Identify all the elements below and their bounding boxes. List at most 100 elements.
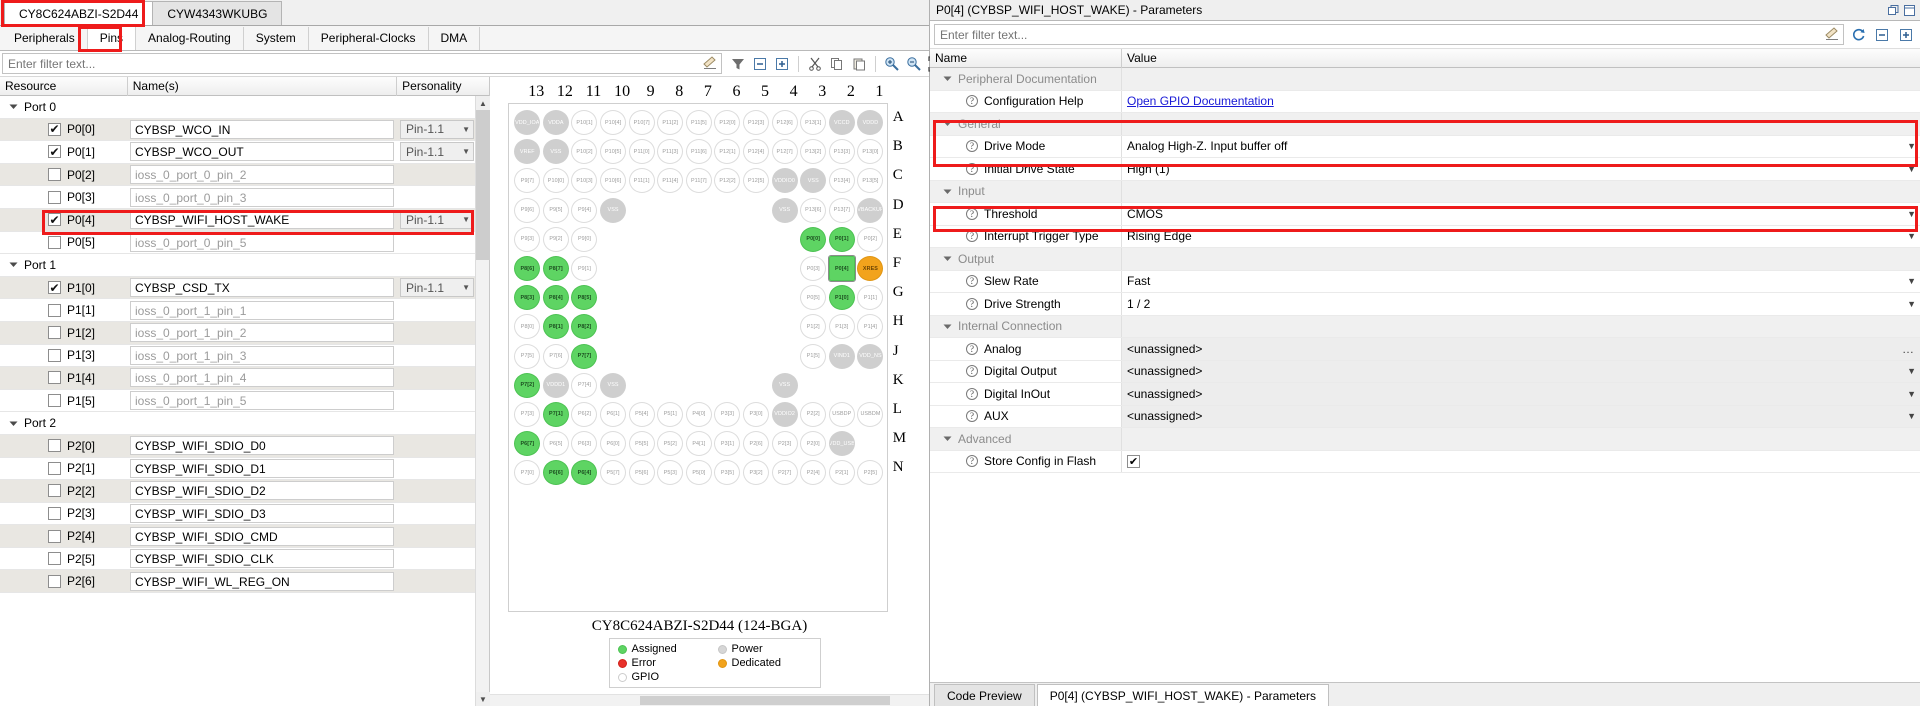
tree-group-row[interactable]: Port 2 xyxy=(0,412,489,435)
tree-pin-row[interactable]: P1[1]ioss_0_port_1_pin_1▼ xyxy=(0,299,489,322)
bga-ball[interactable]: VSS xyxy=(771,197,798,223)
bga-ball[interactable]: VSS xyxy=(771,372,798,398)
bga-ball[interactable]: P3[5] xyxy=(714,460,741,486)
pin-enable-checkbox[interactable] xyxy=(48,303,61,317)
bga-ball[interactable]: P6[5] xyxy=(542,431,569,457)
bga-ball[interactable]: P1[4] xyxy=(857,314,884,340)
zoom-out-icon[interactable] xyxy=(904,54,924,74)
chevron-down-icon[interactable] xyxy=(940,322,954,331)
bga-ball[interactable]: P12[0] xyxy=(714,110,741,136)
bga-ball[interactable]: P7[2] xyxy=(514,372,541,398)
bga-ball[interactable]: P0[3] xyxy=(800,256,827,282)
bga-ball[interactable]: P10[2] xyxy=(571,139,598,165)
chip-hscroll-thumb[interactable] xyxy=(640,696,890,705)
bga-ball[interactable]: P9[7] xyxy=(514,168,541,194)
parameter-value-cell[interactable]: <unassigned> ▼ xyxy=(1122,405,1920,427)
pin-name-input[interactable]: CYBSP_WIFI_SDIO_D3 xyxy=(130,503,394,523)
tree-pin-row[interactable]: P1[5]ioss_0_port_1_pin_5▼ xyxy=(0,390,489,413)
pin-personality-dropdown[interactable]: Pin-1.1 ▼ xyxy=(400,278,474,298)
parameter-row[interactable]: ? Store Config in Flash ✔ xyxy=(930,450,1920,473)
bga-ball[interactable]: USBDP xyxy=(828,401,855,427)
pin-enable-checkbox[interactable] xyxy=(48,168,61,182)
bga-ball[interactable]: VDDIO0 xyxy=(771,168,798,194)
bga-ball[interactable]: VDDA xyxy=(542,110,569,136)
bga-ball[interactable]: P13[4] xyxy=(828,168,855,194)
help-icon[interactable]: ? xyxy=(966,342,978,355)
column-header-resource[interactable]: Resource xyxy=(0,76,128,96)
bga-ball[interactable]: P12[7] xyxy=(771,139,798,165)
bga-ball[interactable]: P6[6] xyxy=(542,460,569,486)
chevron-down-icon[interactable]: ▼ xyxy=(1907,231,1916,241)
column-header-value[interactable]: Value xyxy=(1122,49,1920,68)
bga-ball[interactable]: VDD_USB xyxy=(828,431,855,457)
tree-pin-row[interactable]: P2[3]CYBSP_WIFI_SDIO_D3▼ xyxy=(0,503,489,526)
tree-pin-row[interactable]: P2[6]CYBSP_WIFI_WL_REG_ON▼ xyxy=(0,570,489,594)
bga-ball[interactable]: VDDD1 xyxy=(542,372,569,398)
tree-pin-row[interactable]: P0[5]ioss_0_port_0_pin_5▼ xyxy=(0,232,489,255)
bga-ball[interactable]: P8[5] xyxy=(571,285,598,311)
bga-ball[interactable]: P11[3] xyxy=(657,139,684,165)
bga-ball[interactable]: P2[0] xyxy=(800,431,827,457)
parameter-row[interactable]: ? Configuration Help Open GPIO Documentati… xyxy=(930,90,1920,113)
column-header-personality[interactable]: Personality xyxy=(397,77,489,96)
pin-enable-checkbox[interactable] xyxy=(48,235,61,249)
resource-tab-dma[interactable]: DMA xyxy=(428,26,481,50)
bga-ball[interactable]: P11[6] xyxy=(685,139,712,165)
parameters-bottom-tab-1[interactable]: P0[4] (CYBSP_WIFI_HOST_WAKE) - Parameter… xyxy=(1036,684,1329,706)
copy-icon[interactable] xyxy=(827,54,847,74)
bga-ball[interactable]: P9[0] xyxy=(571,226,598,252)
parameter-value-cell[interactable]: <unassigned> ▼ xyxy=(1122,383,1920,405)
bga-ball[interactable]: P5[4] xyxy=(628,401,655,427)
bga-ball[interactable]: P2[4] xyxy=(800,460,827,486)
scroll-up-arrow-icon[interactable]: ▲ xyxy=(476,96,490,110)
tree-pin-row[interactable]: P1[2]ioss_0_port_1_pin_2▼ xyxy=(0,321,489,345)
pin-enable-checkbox[interactable] xyxy=(48,326,61,340)
pin-name-input[interactable]: ioss_0_port_0_pin_3 xyxy=(130,187,394,207)
bga-ball[interactable]: P2[1] xyxy=(828,460,855,486)
parameter-row[interactable]: ? Threshold CMOS ▼ xyxy=(930,203,1920,226)
bga-ball[interactable]: P0[5] xyxy=(800,285,827,311)
bga-ball[interactable]: P12[4] xyxy=(743,139,770,165)
parameter-value-cell[interactable]: Fast ▼ xyxy=(1122,271,1920,293)
tree-pin-row[interactable]: P1[4]ioss_0_port_1_pin_4▼ xyxy=(0,367,489,390)
chevron-down-icon[interactable]: ▼ xyxy=(1907,389,1916,399)
bga-ball[interactable]: P1[1] xyxy=(857,285,884,311)
bga-ball[interactable]: P12[6] xyxy=(771,110,798,136)
chevron-down-icon[interactable] xyxy=(6,254,20,276)
bga-ball[interactable]: P10[3] xyxy=(571,168,598,194)
bga-ball[interactable]: P0[4] xyxy=(827,255,856,283)
left-filter-input[interactable] xyxy=(2,53,722,74)
bga-ball[interactable]: P6[1] xyxy=(600,401,627,427)
bga-ball[interactable]: P1[0] xyxy=(828,285,855,311)
bga-ball[interactable]: P5[1] xyxy=(657,401,684,427)
help-icon[interactable]: ? xyxy=(966,387,978,400)
device-tab-0[interactable]: CY8C624ABZI-S2D44 xyxy=(4,1,154,25)
zoom-in-icon[interactable] xyxy=(882,54,902,74)
bga-ball[interactable]: XRES xyxy=(857,256,884,282)
pin-name-input[interactable]: CYBSP_WCO_OUT xyxy=(130,142,394,162)
bga-ball[interactable]: P8[6] xyxy=(514,256,541,282)
bga-ball[interactable]: P12[5] xyxy=(743,168,770,194)
tree-pin-row[interactable]: P2[5]CYBSP_WIFI_SDIO_CLK▼ xyxy=(0,548,489,571)
bga-ball[interactable]: P6[2] xyxy=(571,401,598,427)
bga-ball[interactable]: P10[6] xyxy=(600,168,627,194)
collapse-all-icon[interactable] xyxy=(750,54,770,74)
bga-ball[interactable]: P10[7] xyxy=(628,110,655,136)
pin-personality-dropdown[interactable]: Pin-1.1 ▼ xyxy=(400,119,474,139)
chevron-down-icon[interactable] xyxy=(940,434,954,443)
tree-pin-row[interactable]: P0[2]ioss_0_port_0_pin_2▼ xyxy=(0,163,489,187)
parameter-row[interactable]: ? AUX <unassigned> ▼ xyxy=(930,405,1920,428)
bga-ball[interactable]: P11[2] xyxy=(657,110,684,136)
tree-pin-row[interactable]: P0[3]ioss_0_port_0_pin_3▼ xyxy=(0,186,489,209)
parameter-row[interactable]: ? Digital InOut <unassigned> ▼ xyxy=(930,383,1920,406)
bga-ball[interactable]: P9[3] xyxy=(514,226,541,252)
bga-ball[interactable]: P7[5] xyxy=(514,343,541,369)
parameters-filter-input[interactable] xyxy=(934,24,1844,45)
pin-name-input[interactable]: CYBSP_WIFI_SDIO_CLK xyxy=(130,549,394,569)
chevron-down-icon[interactable] xyxy=(940,254,954,263)
parameter-section-row[interactable]: Output xyxy=(930,248,1920,271)
bga-ball[interactable]: P8[3] xyxy=(514,285,541,311)
bga-ball[interactable]: P3[1] xyxy=(714,431,741,457)
pin-name-input[interactable]: ioss_0_port_1_pin_3 xyxy=(130,345,394,365)
bga-ball[interactable]: P3[2] xyxy=(743,460,770,486)
